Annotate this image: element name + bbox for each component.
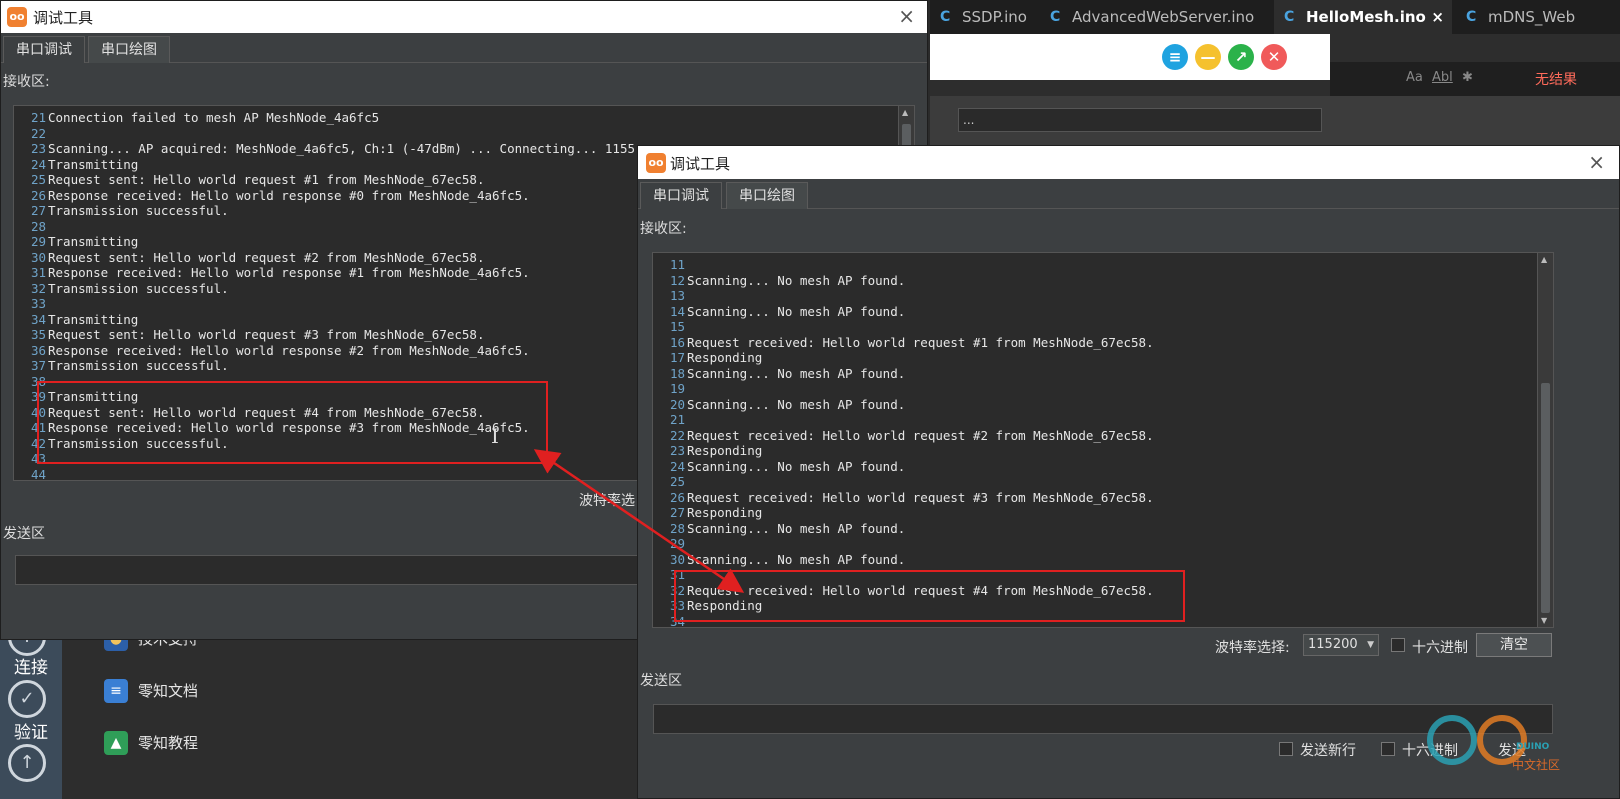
watermark-brand: DUINO xyxy=(1516,742,1550,752)
annotation-arrow xyxy=(533,449,745,593)
watermark-text: 中文社区 xyxy=(1512,758,1561,772)
text-cursor-icon: I xyxy=(491,424,499,448)
arduino-cn-watermark: DUINO 中文社区 xyxy=(1420,708,1560,788)
